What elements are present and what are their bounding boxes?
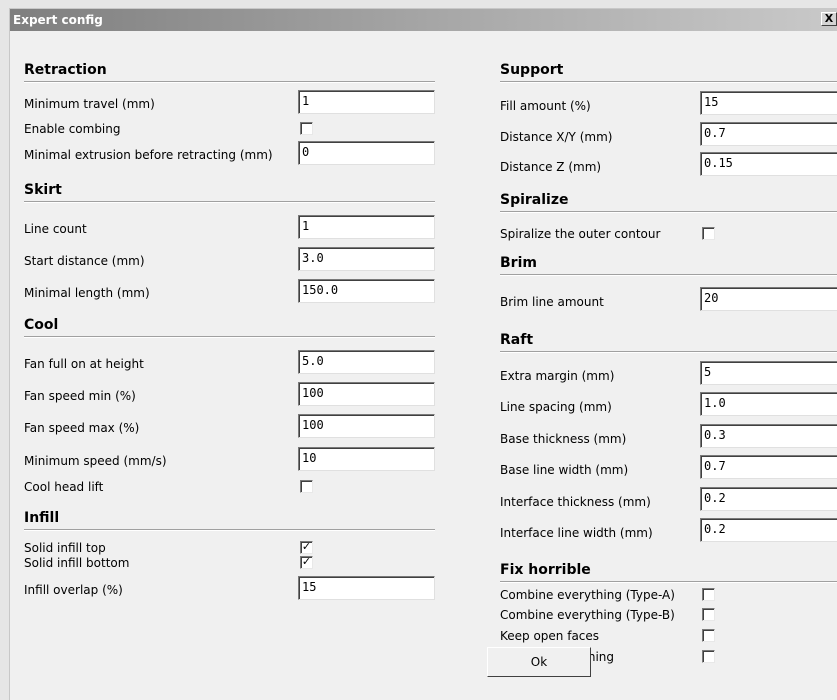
infill-overlap-input[interactable]: 15 <box>298 576 435 600</box>
spiralize-outer-contour-checkbox[interactable] <box>702 227 715 240</box>
min-extrusion-label: Minimal extrusion before retracting (mm) <box>24 148 273 162</box>
line-spacing-input[interactable]: 1.0 <box>700 392 837 416</box>
infill-overlap-label: Infill overlap (%) <box>24 583 123 597</box>
separator-cool <box>24 336 435 338</box>
solid-infill-top-checkbox[interactable]: ✓ <box>300 541 313 554</box>
separator-infill <box>24 529 435 531</box>
interface-line-width-label: Interface line width (mm) <box>500 526 653 540</box>
interface-line-width-input[interactable]: 0.2 <box>700 518 837 542</box>
extra-margin-label: Extra margin (mm) <box>500 369 615 383</box>
separator-fix-horrible <box>500 581 837 583</box>
dialog-content: Retraction Minimum travel (mm) 1 Enable … <box>10 31 837 700</box>
line-count-input[interactable]: 1 <box>298 215 435 239</box>
cool-head-lift-checkbox[interactable] <box>300 480 313 493</box>
cool-head-lift-label: Cool head lift <box>24 480 104 494</box>
distance-z-input[interactable]: 0.15 <box>700 152 837 176</box>
enable-combing-checkbox[interactable] <box>300 122 313 135</box>
keep-open-faces-checkbox[interactable] <box>702 629 715 642</box>
separator-support <box>500 81 837 83</box>
line-spacing-label: Line spacing (mm) <box>500 400 612 414</box>
keep-open-faces-label: Keep open faces <box>500 629 600 643</box>
minimal-length-input[interactable]: 150.0 <box>298 279 435 303</box>
enable-combing-label: Enable combing <box>24 122 121 136</box>
min-speed-label: Minimum speed (mm/s) <box>24 454 167 468</box>
combine-type-a-checkbox[interactable] <box>702 588 715 601</box>
combine-type-a-label: Combine everything (Type-A) <box>500 588 675 602</box>
separator-skirt <box>24 201 435 203</box>
brim-line-amount-input[interactable]: 20 <box>700 287 837 311</box>
separator-retraction <box>24 81 435 83</box>
distance-z-label: Distance Z (mm) <box>500 160 602 174</box>
section-header-spiralize: Spiralize <box>500 192 569 208</box>
ok-button[interactable]: Ok <box>487 647 591 677</box>
fan-full-on-input[interactable]: 5.0 <box>298 350 435 374</box>
section-header-fix-horrible: Fix horrible <box>500 562 591 578</box>
section-header-retraction: Retraction <box>24 62 107 78</box>
window-title: Expert config <box>13 13 103 27</box>
min-extrusion-input[interactable]: 0 <box>298 141 435 165</box>
separator-brim <box>500 274 837 276</box>
distance-xy-label: Distance X/Y (mm) <box>500 130 613 144</box>
solid-infill-top-label: Solid infill top <box>24 541 106 555</box>
section-header-support: Support <box>500 62 564 78</box>
expert-config-window: Expert config X Retraction Minimum trave… <box>9 8 837 700</box>
solid-infill-bottom-label: Solid infill bottom <box>24 556 130 570</box>
interface-thickness-input[interactable]: 0.2 <box>700 487 837 511</box>
min-speed-input[interactable]: 10 <box>298 447 435 471</box>
base-line-width-input[interactable]: 0.7 <box>700 455 837 479</box>
extra-margin-input[interactable]: 5 <box>700 361 837 385</box>
separator-spiralize <box>500 211 837 213</box>
fill-amount-label: Fill amount (%) <box>500 99 591 113</box>
section-header-brim: Brim <box>500 255 537 271</box>
spiralize-outer-contour-label: Spiralize the outer contour <box>500 227 661 241</box>
combine-type-b-label: Combine everything (Type-B) <box>500 608 675 622</box>
section-header-infill: Infill <box>24 510 60 526</box>
line-count-label: Line count <box>24 222 87 236</box>
fan-speed-min-input[interactable]: 100 <box>298 382 435 406</box>
base-thickness-input[interactable]: 0.3 <box>700 424 837 448</box>
fill-amount-input[interactable]: 15 <box>700 91 837 115</box>
min-travel-label: Minimum travel (mm) <box>24 97 155 111</box>
solid-infill-bottom-checkbox[interactable]: ✓ <box>300 556 313 569</box>
base-line-width-label: Base line width (mm) <box>500 463 629 477</box>
start-distance-input[interactable]: 3.0 <box>298 247 435 271</box>
start-distance-label: Start distance (mm) <box>24 254 145 268</box>
title-bar[interactable]: Expert config X <box>10 9 837 31</box>
distance-xy-input[interactable]: 0.7 <box>700 122 837 146</box>
base-thickness-label: Base thickness (mm) <box>500 432 627 446</box>
brim-line-amount-label: Brim line amount <box>500 295 604 309</box>
section-header-raft: Raft <box>500 332 534 348</box>
fan-full-on-label: Fan full on at height <box>24 357 144 371</box>
minimal-length-label: Minimal length (mm) <box>24 286 150 300</box>
fan-speed-max-input[interactable]: 100 <box>298 414 435 438</box>
section-header-cool: Cool <box>24 317 59 333</box>
interface-thickness-label: Interface thickness (mm) <box>500 495 651 509</box>
extensive-stitching-checkbox[interactable] <box>702 650 715 663</box>
fan-speed-max-label: Fan speed max (%) <box>24 421 140 435</box>
fan-speed-min-label: Fan speed min (%) <box>24 389 136 403</box>
separator-raft <box>500 351 837 353</box>
combine-type-b-checkbox[interactable] <box>702 608 715 621</box>
close-button[interactable]: X <box>821 12 837 26</box>
min-travel-input[interactable]: 1 <box>298 90 435 114</box>
section-header-skirt: Skirt <box>24 182 62 198</box>
